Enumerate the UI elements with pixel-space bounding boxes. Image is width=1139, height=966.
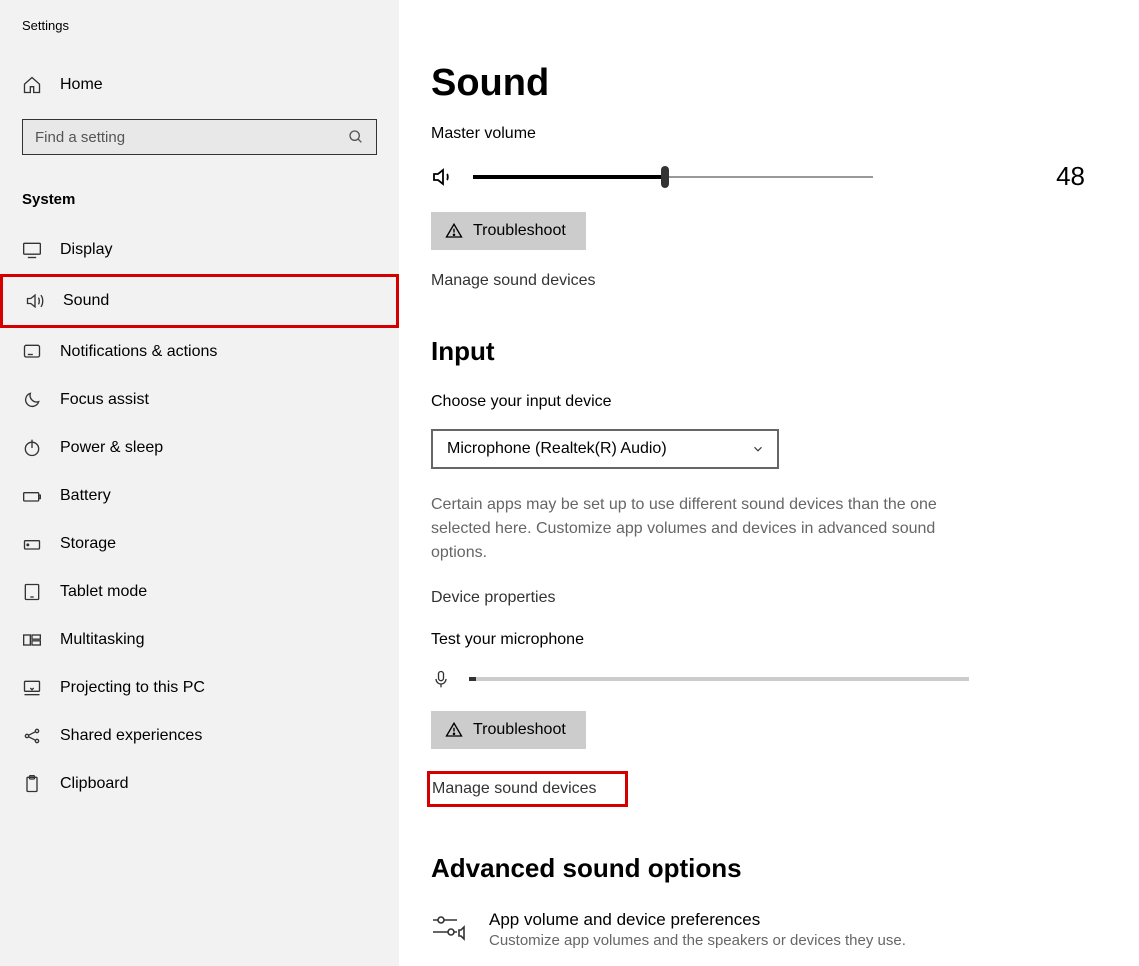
home-icon — [22, 75, 42, 95]
chevron-down-icon — [751, 442, 765, 456]
mic-test-row — [431, 667, 1109, 691]
manage-sound-devices-link[interactable]: Manage sound devices — [431, 272, 596, 290]
warning-icon — [445, 222, 463, 240]
home-link[interactable]: Home — [0, 61, 399, 109]
sound-icon — [25, 291, 45, 311]
projecting-icon — [22, 678, 42, 698]
sidebar-section-label: System — [0, 165, 399, 226]
input-device-dropdown[interactable]: Microphone (Realtek(R) Audio) — [431, 429, 779, 469]
input-help-text: Certain apps may be set up to use differ… — [431, 493, 991, 565]
sidebar-item-label: Projecting to this PC — [60, 679, 205, 697]
battery-icon — [22, 486, 42, 506]
clipboard-icon — [22, 774, 42, 794]
sidebar-item-label: Clipboard — [60, 775, 128, 793]
home-label: Home — [60, 76, 103, 94]
multitasking-icon — [22, 630, 42, 650]
sidebar-item-storage[interactable]: Storage — [0, 520, 399, 568]
search-icon — [348, 129, 364, 145]
sidebar-item-label: Focus assist — [60, 391, 149, 409]
search-box[interactable] — [22, 119, 377, 155]
choose-input-label: Choose your input device — [431, 393, 1109, 411]
tablet-icon — [22, 582, 42, 602]
volume-value: 48 — [1056, 161, 1109, 192]
test-mic-label: Test your microphone — [431, 631, 1109, 649]
manage-sound-devices-link-input[interactable]: Manage sound devices — [427, 771, 628, 807]
sidebar-item-label: Battery — [60, 487, 111, 505]
input-heading: Input — [431, 336, 1109, 367]
sidebar-item-power[interactable]: Power & sleep — [0, 424, 399, 472]
app-title: Settings — [0, 0, 399, 43]
moon-icon — [22, 390, 42, 410]
mic-level-meter — [469, 677, 969, 681]
adv-text-block: App volume and device preferences Custom… — [489, 910, 906, 949]
microphone-icon — [431, 667, 451, 691]
sidebar: Settings Home System Display Sound Notif… — [0, 0, 399, 966]
sidebar-item-clipboard[interactable]: Clipboard — [0, 760, 399, 808]
sidebar-nav: Display Sound Notifications & actions Fo… — [0, 226, 399, 808]
troubleshoot-label: Troubleshoot — [473, 222, 566, 240]
volume-slider[interactable] — [473, 175, 873, 179]
sidebar-item-shared-experiences[interactable]: Shared experiences — [0, 712, 399, 760]
storage-icon — [22, 534, 42, 554]
page-title: Sound — [431, 62, 1109, 105]
sidebar-item-notifications[interactable]: Notifications & actions — [0, 328, 399, 376]
sidebar-item-label: Display — [60, 241, 112, 259]
app-volume-preferences-link[interactable]: App volume and device preferences Custom… — [431, 910, 1109, 949]
notification-icon — [22, 342, 42, 362]
sidebar-item-label: Notifications & actions — [60, 343, 217, 361]
advanced-heading: Advanced sound options — [431, 853, 1109, 884]
display-icon — [22, 240, 42, 260]
share-icon — [22, 726, 42, 746]
sidebar-item-label: Tablet mode — [60, 583, 147, 601]
adv-item-title: App volume and device preferences — [489, 910, 906, 930]
master-volume-label: Master volume — [431, 125, 1109, 143]
main-content: Sound Master volume 48 Troubleshoot Mana… — [399, 0, 1139, 966]
troubleshoot-label: Troubleshoot — [473, 721, 566, 739]
sidebar-item-label: Storage — [60, 535, 116, 553]
sidebar-item-label: Power & sleep — [60, 439, 163, 457]
sidebar-item-label: Sound — [63, 292, 109, 310]
sliders-icon — [431, 912, 467, 942]
sidebar-item-label: Shared experiences — [60, 727, 202, 745]
sidebar-item-projecting[interactable]: Projecting to this PC — [0, 664, 399, 712]
troubleshoot-output-button[interactable]: Troubleshoot — [431, 212, 586, 250]
sidebar-item-sound[interactable]: Sound — [0, 274, 399, 328]
power-icon — [22, 438, 42, 458]
device-properties-link[interactable]: Device properties — [431, 589, 556, 607]
search-input[interactable] — [35, 129, 348, 146]
sidebar-item-tablet-mode[interactable]: Tablet mode — [0, 568, 399, 616]
search-container — [0, 109, 399, 165]
sidebar-item-focus-assist[interactable]: Focus assist — [0, 376, 399, 424]
warning-icon — [445, 721, 463, 739]
speaker-icon[interactable] — [431, 165, 455, 189]
sidebar-item-label: Multitasking — [60, 631, 144, 649]
volume-row: 48 — [431, 161, 1109, 192]
dropdown-value: Microphone (Realtek(R) Audio) — [447, 440, 667, 458]
sidebar-item-display[interactable]: Display — [0, 226, 399, 274]
sidebar-item-battery[interactable]: Battery — [0, 472, 399, 520]
troubleshoot-input-button[interactable]: Troubleshoot — [431, 711, 586, 749]
sidebar-item-multitasking[interactable]: Multitasking — [0, 616, 399, 664]
adv-item-subtitle: Customize app volumes and the speakers o… — [489, 932, 906, 949]
